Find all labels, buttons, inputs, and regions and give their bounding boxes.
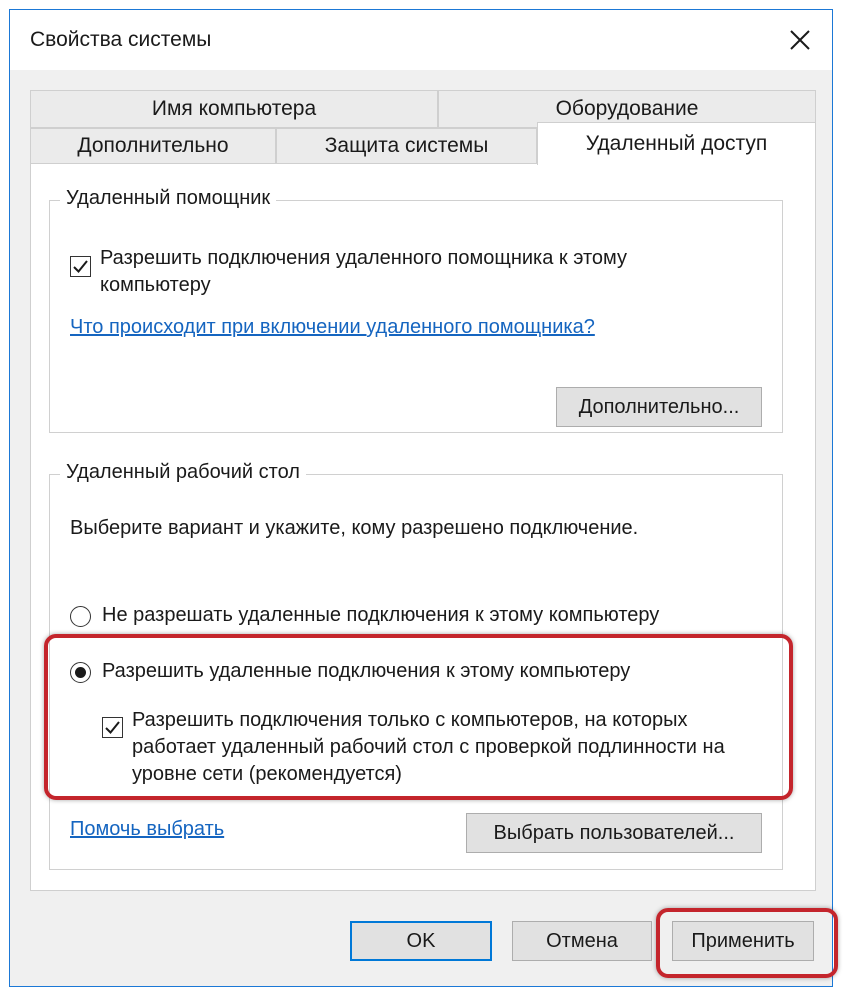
radio-selected-dot xyxy=(75,667,86,678)
allow-connections-label[interactable]: Разрешить удаленные подключения к этому … xyxy=(102,658,772,685)
allow-connections-radio[interactable] xyxy=(70,662,91,683)
button-label: OK xyxy=(406,929,436,952)
tab-label: Защита системы xyxy=(324,134,489,157)
allow-assistance-label[interactable]: Разрешить подключения удаленного помощни… xyxy=(100,245,740,299)
button-label: Применить xyxy=(691,929,795,952)
checkmark-icon xyxy=(105,721,120,734)
button-label: Отмена xyxy=(546,929,618,952)
help-choose-link[interactable]: Помочь выбрать xyxy=(70,818,224,841)
allow-assistance-checkbox[interactable] xyxy=(70,256,91,277)
button-label: Выбрать пользователей... xyxy=(493,821,735,844)
close-icon xyxy=(790,30,810,50)
tab-panel: Удаленный помощник Разрешить подключения… xyxy=(30,163,816,891)
advanced-button[interactable]: Дополнительно... xyxy=(556,387,762,427)
tab-label: Дополнительно xyxy=(77,134,229,157)
close-button[interactable] xyxy=(768,10,832,70)
deny-connections-label[interactable]: Не разрешать удаленные подключения к это… xyxy=(102,602,772,629)
tab-label: Удаленный доступ xyxy=(585,132,768,155)
tab-computer-name[interactable]: Имя компьютера xyxy=(30,90,438,128)
group-title: Удаленный помощник xyxy=(60,187,277,210)
title-bar[interactable]: Свойства системы xyxy=(10,10,832,70)
tab-remote[interactable]: Удаленный доступ xyxy=(537,122,816,165)
select-users-button[interactable]: Выбрать пользователей... xyxy=(466,813,762,853)
nla-checkbox[interactable] xyxy=(102,717,123,738)
button-label: Дополнительно... xyxy=(578,395,740,418)
instruction-text: Выберите вариант и укажите, кому разреше… xyxy=(70,517,639,539)
group-title: Удаленный рабочий стол xyxy=(60,461,306,484)
system-properties-window: Свойства системы Имя компьютера Оборудов… xyxy=(9,9,833,987)
remote-desktop-group: Удаленный рабочий стол Выберите вариант … xyxy=(49,461,783,870)
ok-button[interactable]: OK xyxy=(350,921,492,961)
nla-label[interactable]: Разрешить подключения только с компьютер… xyxy=(132,707,772,788)
tab-advanced[interactable]: Дополнительно xyxy=(30,128,276,164)
checkmark-icon xyxy=(73,260,88,273)
deny-connections-radio[interactable] xyxy=(70,606,91,627)
window-title: Свойства системы xyxy=(30,28,212,51)
remote-assistance-group: Удаленный помощник Разрешить подключения… xyxy=(49,187,783,433)
tab-label: Оборудование xyxy=(555,97,699,120)
tab-system-protection[interactable]: Защита системы xyxy=(276,128,537,164)
tab-label: Имя компьютера xyxy=(151,97,317,120)
assistance-help-link[interactable]: Что происходит при включении удаленного … xyxy=(70,316,595,339)
apply-button[interactable]: Применить xyxy=(672,921,814,961)
cancel-button[interactable]: Отмена xyxy=(512,921,652,961)
